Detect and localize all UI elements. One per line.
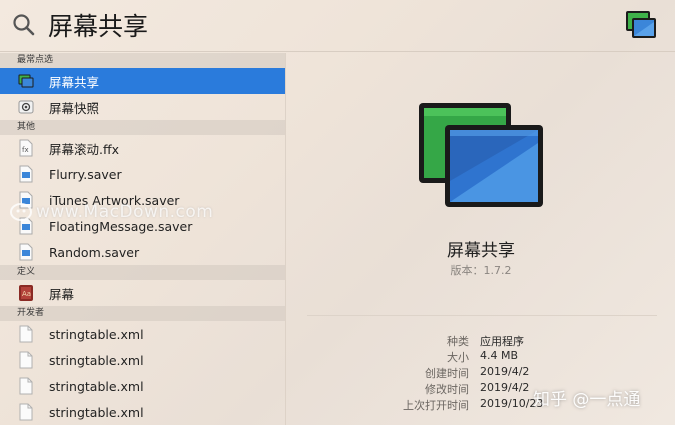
screenshot-app-icon: [17, 98, 35, 116]
section-header: 定义: [0, 265, 285, 280]
result-item-label: stringtable.xml: [49, 378, 144, 394]
result-item[interactable]: stringtable.xml: [0, 399, 285, 425]
result-item-label: 屏幕共享: [49, 74, 100, 90]
result-item[interactable]: Flurry.saver: [0, 161, 285, 187]
result-item-label: stringtable.xml: [49, 352, 144, 368]
metadata-row: 大小 4.4 MB: [287, 349, 675, 365]
preview-pane: 屏幕共享 版本：1.7.2 种类 应用程序 大小 4.4 MB 创建时间 2019/4/2…: [287, 53, 675, 425]
screen-sharing-app-icon: [626, 11, 656, 38]
metadata-value: 2019/4/2: [480, 365, 530, 378]
screen-sharing-app-icon: [17, 72, 35, 90]
result-item-label: stringtable.xml: [49, 326, 144, 342]
metadata-value: 应用程序: [480, 335, 524, 348]
xml-file-icon: [17, 325, 35, 343]
xml-file-icon: [17, 377, 35, 395]
metadata-key: 种类: [447, 335, 469, 348]
macdown-logo-icon: [10, 203, 32, 221]
section-header: 其他: [0, 120, 285, 135]
result-item[interactable]: stringtable.xml: [0, 321, 285, 347]
section-header: 最常点选: [0, 53, 285, 68]
result-item[interactable]: Aa 屏幕: [0, 280, 285, 306]
result-item[interactable]: stringtable.xml: [0, 373, 285, 399]
result-item-label: 屏幕快照: [49, 100, 100, 116]
search-input[interactable]: [48, 8, 568, 42]
result-item[interactable]: stringtable.xml: [0, 347, 285, 373]
search-icon: [13, 14, 35, 36]
metadata-key: 上次打开时间: [403, 399, 469, 412]
xml-file-icon: [17, 403, 35, 421]
result-item[interactable]: Random.saver: [0, 239, 285, 265]
result-item-label: stringtable.xml: [49, 404, 144, 420]
divider: [307, 315, 657, 316]
metadata-key: 修改时间: [425, 383, 469, 396]
screen-sharing-large-icon: [419, 103, 543, 207]
section-header: 开发者: [0, 306, 285, 321]
app-title: 屏幕共享: [447, 241, 515, 261]
dictionary-icon: Aa: [17, 284, 35, 302]
result-item-label: 屏幕滚动.ffx: [49, 141, 119, 157]
app-version: 版本：1.7.2: [450, 264, 512, 277]
result-item-label: Flurry.saver: [49, 166, 122, 182]
result-item[interactable]: fx 屏幕滚动.ffx: [0, 135, 285, 161]
results-list: 最常点选 屏幕共享 屏幕快照 其他 fx 屏幕滚动.ffx Flurry.saver iTun…: [0, 53, 286, 425]
metadata-key: 创建时间: [425, 367, 469, 380]
metadata-value: 2019/4/2: [480, 381, 530, 394]
svg-text:fx: fx: [22, 146, 29, 154]
svg-text:Aa: Aa: [22, 290, 31, 298]
result-item[interactable]: 屏幕共享: [0, 68, 285, 94]
result-item-label: Random.saver: [49, 244, 140, 260]
metadata-value: 4.4 MB: [480, 349, 519, 362]
xml-file-icon: [17, 351, 35, 369]
ffx-file-icon: fx: [17, 139, 35, 157]
metadata-row: 种类 应用程序: [287, 333, 675, 349]
saver-file-icon: [17, 165, 35, 183]
spotlight-search-bar: [0, 0, 675, 52]
zhihu-watermark: 知乎 @一点通: [533, 390, 641, 410]
result-item-label: 屏幕: [49, 286, 75, 302]
macdown-watermark: www.MacDown.com: [10, 202, 213, 222]
result-item[interactable]: 屏幕快照: [0, 94, 285, 120]
saver-file-icon: [17, 243, 35, 261]
metadata-key: 大小: [447, 351, 469, 364]
metadata-row: 创建时间 2019/4/2: [287, 365, 675, 381]
